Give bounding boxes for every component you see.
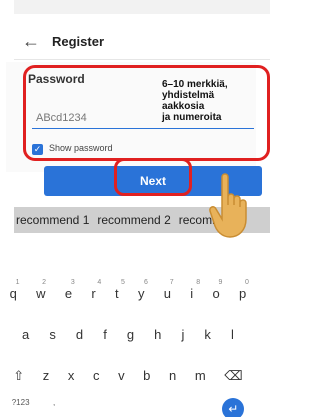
key-g[interactable]: g: [127, 327, 134, 342]
keyboard-row-3: ⇧ z x c v b n m ⌫: [0, 368, 256, 384]
key-d[interactable]: d: [76, 327, 83, 342]
enter-icon[interactable]: ↵: [222, 398, 245, 417]
key-k[interactable]: k: [204, 327, 211, 342]
page-title: Register: [52, 34, 105, 49]
back-arrow-icon[interactable]: ←: [14, 24, 48, 60]
comma-key[interactable]: ,: [53, 398, 55, 417]
spacebar[interactable]: [79, 398, 199, 417]
pointing-hand-icon: [209, 173, 247, 238]
key-v[interactable]: v: [118, 368, 125, 384]
symbols-key[interactable]: ?123: [12, 398, 30, 417]
next-highlight-outline: [114, 158, 192, 196]
key-q[interactable]: 1q: [10, 279, 20, 301]
app-bar: ← Register: [14, 24, 270, 60]
key-a[interactable]: a: [22, 327, 29, 342]
shift-icon[interactable]: ⇧: [13, 368, 24, 384]
keyboard-row-1: 1q 2w 3e 4r 5t 6y 7u 8i 9o 0p: [0, 279, 256, 301]
key-l[interactable]: l: [231, 327, 234, 342]
key-j[interactable]: j: [181, 327, 184, 342]
key-t[interactable]: 5t: [115, 279, 125, 301]
suggestion-1[interactable]: recommend 1: [16, 213, 89, 227]
key-h[interactable]: h: [154, 327, 161, 342]
key-w[interactable]: 2w: [36, 279, 46, 301]
key-s[interactable]: s: [49, 327, 56, 342]
key-r[interactable]: 4r: [91, 279, 101, 301]
keyboard-row-4: ?123 , ↵: [0, 398, 256, 417]
key-m[interactable]: m: [195, 368, 206, 384]
key-f[interactable]: f: [103, 327, 107, 342]
keyboard-row-2: a s d f g h j k l: [0, 327, 256, 342]
key-z[interactable]: z: [43, 368, 50, 384]
key-e[interactable]: 3e: [65, 279, 75, 301]
key-y[interactable]: 6y: [138, 279, 148, 301]
key-p[interactable]: 0p: [239, 279, 249, 301]
form-highlight-outline: [23, 65, 270, 161]
key-u[interactable]: 7u: [164, 279, 174, 301]
key-n[interactable]: n: [169, 368, 176, 384]
backspace-icon[interactable]: ⌫: [224, 368, 242, 384]
suggestion-2[interactable]: recommend 2: [97, 213, 170, 227]
status-bar: [14, 0, 270, 14]
key-b[interactable]: b: [143, 368, 150, 384]
keyboard: [14, 233, 270, 417]
key-c[interactable]: c: [93, 368, 100, 384]
key-i[interactable]: 8i: [190, 279, 200, 301]
key-x[interactable]: x: [68, 368, 75, 384]
key-o[interactable]: 9o: [212, 279, 222, 301]
